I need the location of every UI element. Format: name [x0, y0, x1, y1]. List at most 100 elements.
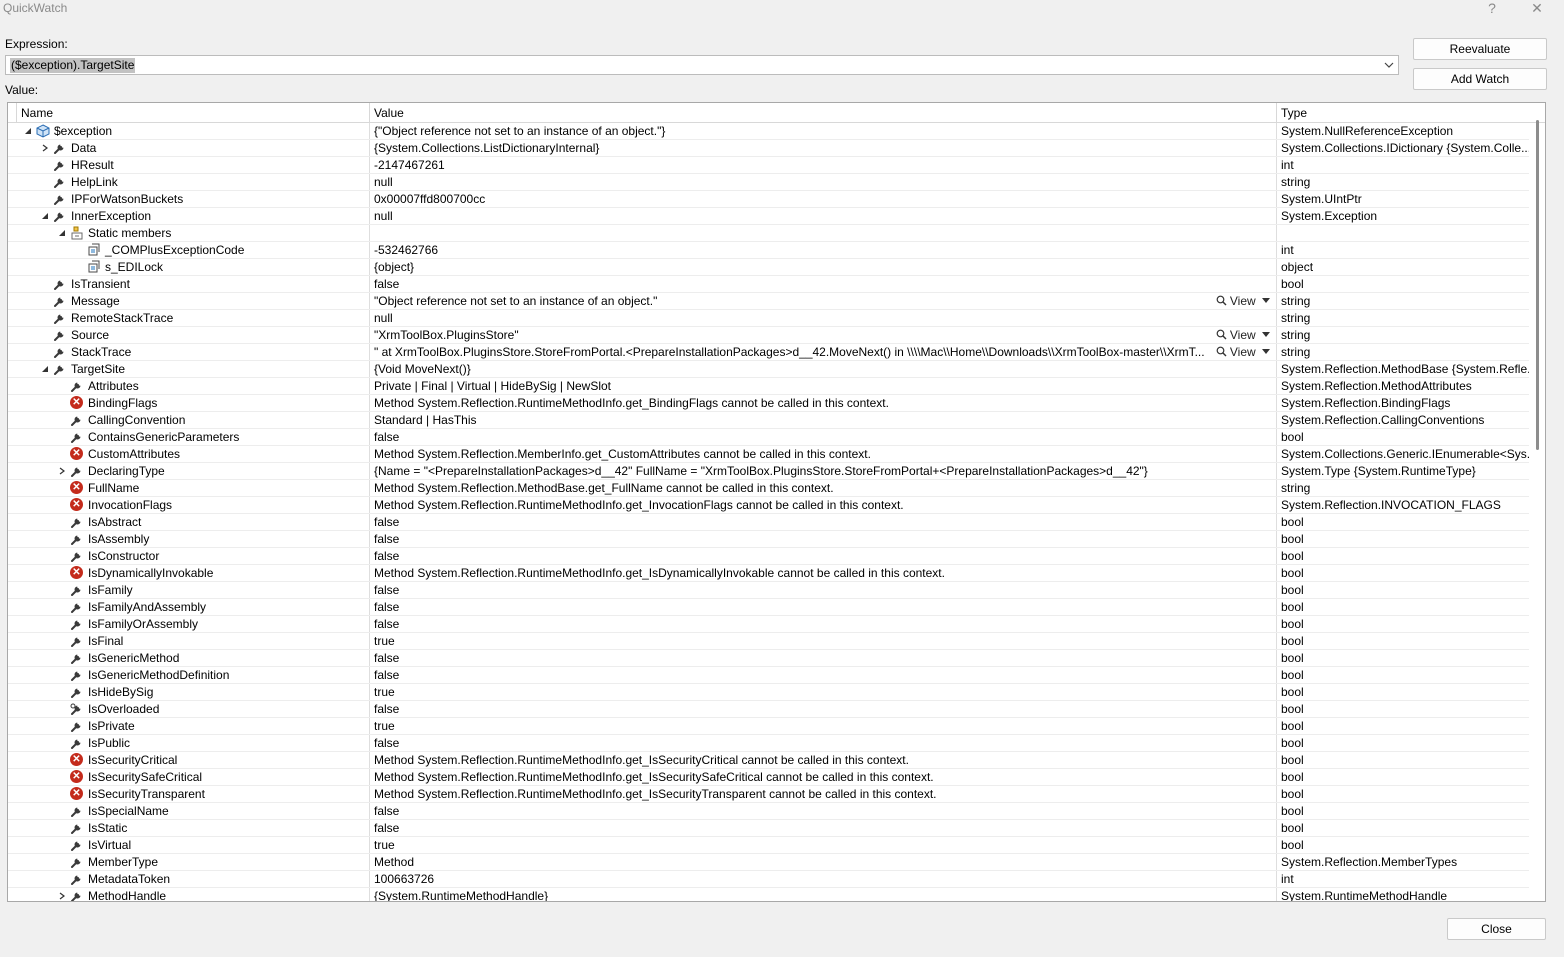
value-cell[interactable]: false	[369, 820, 1276, 836]
value-cell[interactable]: null	[369, 208, 1276, 224]
row-value[interactable]: {System.RuntimeMethodHandle}	[374, 889, 548, 901]
view-visualizer-button[interactable]: View	[1216, 328, 1270, 343]
row-value[interactable]: true	[374, 719, 395, 734]
value-cell[interactable]: false	[369, 531, 1276, 547]
value-cell[interactable]: Method System.Reflection.RuntimeMethodIn…	[369, 752, 1276, 768]
chevron-down-icon[interactable]	[1262, 349, 1270, 355]
column-header-value[interactable]: Value	[369, 103, 1276, 122]
value-cell[interactable]: "Object reference not set to an instance…	[369, 293, 1276, 309]
table-row[interactable]: IsOverloaded false bool	[8, 701, 1529, 718]
value-cell[interactable]: Method System.Reflection.RuntimeMethodIn…	[369, 497, 1276, 513]
chevron-down-icon[interactable]	[1384, 58, 1394, 72]
value-cell[interactable]: Method System.Reflection.MemberInfo.get_…	[369, 446, 1276, 462]
view-visualizer-button[interactable]: View	[1216, 345, 1270, 360]
table-row[interactable]: RemoteStackTrace null string	[8, 310, 1529, 327]
table-row[interactable]: ✕ IsSecuritySafeCritical Method System.Ref…	[8, 769, 1529, 786]
table-row[interactable]: IsFamilyAndAssembly false bool	[8, 599, 1529, 616]
table-row[interactable]: MemberType Method System.Reflection.Member…	[8, 854, 1529, 871]
table-row[interactable]: IsGenericMethod false bool	[8, 650, 1529, 667]
row-value[interactable]: Method System.Reflection.RuntimeMethodIn…	[374, 753, 909, 768]
row-value[interactable]: true	[374, 634, 395, 649]
expand-arrow-icon[interactable]	[58, 467, 66, 475]
table-row[interactable]: ✕ BindingFlags Method System.Reflection.Ru…	[8, 395, 1529, 412]
value-cell[interactable]: false	[369, 735, 1276, 751]
value-cell[interactable]: 0x00007ffd800700cc	[369, 191, 1276, 207]
row-value[interactable]: -2147467261	[374, 158, 445, 173]
table-row[interactable]: s_EDILock {object} object	[8, 259, 1529, 276]
row-value[interactable]: false	[374, 617, 399, 632]
row-value[interactable]: false	[374, 821, 399, 836]
collapse-arrow-icon[interactable]	[41, 365, 49, 373]
row-value[interactable]: null	[374, 311, 393, 326]
table-row[interactable]: IPForWatsonBuckets 0x00007ffd800700cc Syst…	[8, 191, 1529, 208]
table-row[interactable]: ✕ CustomAttributes Method System.Reflectio…	[8, 446, 1529, 463]
row-value[interactable]: Method System.Reflection.MemberInfo.get_…	[374, 447, 871, 462]
value-cell[interactable]: false	[369, 803, 1276, 819]
value-cell[interactable]: false	[369, 701, 1276, 717]
row-value[interactable]: Method System.Reflection.RuntimeMethodIn…	[374, 566, 945, 581]
row-value[interactable]: Method System.Reflection.RuntimeMethodIn…	[374, 498, 904, 513]
value-cell[interactable]: Method System.Reflection.RuntimeMethodIn…	[369, 565, 1276, 581]
close-button[interactable]: Close	[1447, 918, 1546, 940]
row-value[interactable]: null	[374, 175, 393, 190]
expression-combobox[interactable]: ($exception).TargetSite	[5, 55, 1399, 75]
value-cell[interactable]: false	[369, 429, 1276, 445]
value-cell[interactable]: false	[369, 650, 1276, 666]
table-row[interactable]: StackTrace " at XrmToolBox.PluginsStore.S…	[8, 344, 1529, 361]
table-row[interactable]: IsConstructor false bool	[8, 548, 1529, 565]
table-row[interactable]: IsAbstract false bool	[8, 514, 1529, 531]
row-value[interactable]: false	[374, 532, 399, 547]
table-row[interactable]: ContainsGenericParameters false bool	[8, 429, 1529, 446]
expand-arrow-icon[interactable]	[58, 892, 66, 900]
table-row[interactable]: IsFinal true bool	[8, 633, 1529, 650]
row-value[interactable]: Private | Final | Virtual | HideBySig | …	[374, 379, 611, 394]
table-row[interactable]: ✕ IsDynamicallyInvokable Method System.Ref…	[8, 565, 1529, 582]
row-value[interactable]: " at XrmToolBox.PluginsStore.StoreFromPo…	[374, 345, 1205, 360]
table-row[interactable]: HelpLink null string	[8, 174, 1529, 191]
value-cell[interactable]: -532462766	[369, 242, 1276, 258]
column-header-type[interactable]: Type	[1276, 103, 1545, 122]
row-value[interactable]: false	[374, 515, 399, 530]
value-cell[interactable]: null	[369, 174, 1276, 190]
value-cell[interactable]: false	[369, 667, 1276, 683]
row-value[interactable]: false	[374, 277, 399, 292]
value-cell[interactable]: {Name = "<PrepareInstallationPackages>d_…	[369, 463, 1276, 479]
table-row[interactable]: Source "XrmToolBox.PluginsStore" View str…	[8, 327, 1529, 344]
value-cell[interactable]: false	[369, 548, 1276, 564]
row-value[interactable]: "Object reference not set to an instance…	[374, 294, 657, 309]
row-value[interactable]: false	[374, 736, 399, 751]
table-row[interactable]: IsPublic false bool	[8, 735, 1529, 752]
value-cell[interactable]: Standard | HasThis	[369, 412, 1276, 428]
scrollbar-thumb[interactable]	[1536, 120, 1539, 450]
row-value[interactable]: 0x00007ffd800700cc	[374, 192, 485, 207]
table-row[interactable]: $exception {"Object reference not set to …	[8, 123, 1529, 140]
table-row[interactable]: InnerException null System.Exception	[8, 208, 1529, 225]
value-cell[interactable]: {"Object reference not set to an instanc…	[369, 123, 1276, 139]
table-row[interactable]: IsGenericMethodDefinition false bool	[8, 667, 1529, 684]
value-cell[interactable]: Private | Final | Virtual | HideBySig | …	[369, 378, 1276, 394]
value-cell[interactable]: false	[369, 582, 1276, 598]
row-value[interactable]: {System.Collections.ListDictionaryIntern…	[374, 141, 599, 156]
value-cell[interactable]: " at XrmToolBox.PluginsStore.StoreFromPo…	[369, 344, 1276, 360]
table-row[interactable]: IsVirtual true bool	[8, 837, 1529, 854]
value-cell[interactable]: Method System.Reflection.RuntimeMethodIn…	[369, 769, 1276, 785]
table-row[interactable]: _COMPlusExceptionCode -532462766 int	[8, 242, 1529, 259]
row-value[interactable]: false	[374, 583, 399, 598]
value-cell[interactable]: {System.Collections.ListDictionaryIntern…	[369, 140, 1276, 156]
table-row[interactable]: DeclaringType {Name = "<PrepareInstallati…	[8, 463, 1529, 480]
row-value[interactable]: false	[374, 702, 399, 717]
row-value[interactable]: Standard | HasThis	[374, 413, 477, 428]
table-row[interactable]: IsFamilyOrAssembly false bool	[8, 616, 1529, 633]
row-value[interactable]: {Void MoveNext()}	[374, 362, 471, 377]
value-cell[interactable]	[369, 225, 1276, 241]
value-cell[interactable]: Method	[369, 854, 1276, 870]
collapse-arrow-icon[interactable]	[41, 212, 49, 220]
row-value[interactable]: true	[374, 685, 395, 700]
value-cell[interactable]: {Void MoveNext()}	[369, 361, 1276, 377]
row-value[interactable]: false	[374, 804, 399, 819]
row-value[interactable]: false	[374, 600, 399, 615]
value-cell[interactable]: false	[369, 276, 1276, 292]
help-icon[interactable]: ?	[1482, 0, 1502, 18]
table-row[interactable]: IsSpecialName false bool	[8, 803, 1529, 820]
column-header-name[interactable]: Name	[16, 103, 369, 122]
